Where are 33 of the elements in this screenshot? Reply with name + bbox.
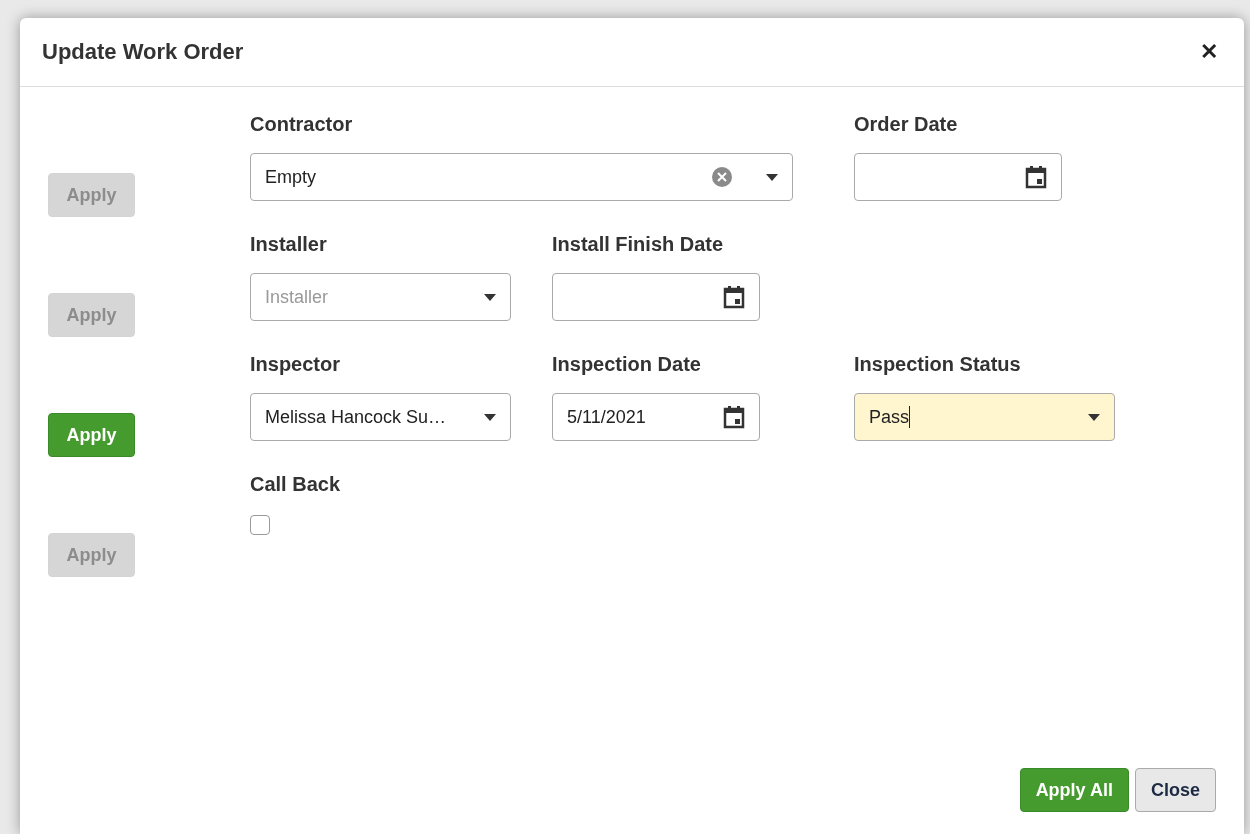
date-field[interactable]: 5/11/2021 — [552, 393, 760, 441]
field-label: Inspection Status — [854, 353, 1022, 375]
field-label: Inspection Date — [552, 353, 702, 375]
caret-icon — [484, 413, 496, 421]
caret-icon — [766, 173, 778, 181]
date-field[interactable] — [854, 153, 1062, 201]
field-label: Install Finish Date — [552, 233, 725, 255]
field-label: Installer — [250, 233, 328, 255]
apply-all-button[interactable]: Apply All — [1019, 768, 1129, 812]
close-button[interactable]: ✕ — [1200, 39, 1218, 65]
apply-button[interactable]: Apply — [48, 413, 135, 457]
select-field[interactable]: Melissa Hancock Su… — [250, 393, 511, 441]
field-value: 5/11/2021 — [567, 406, 647, 428]
dialog-title: Update Work Order — [42, 39, 244, 65]
close-button[interactable]: Close — [1134, 768, 1216, 812]
caret-icon — [1088, 413, 1100, 421]
caret-icon — [484, 293, 496, 301]
select-field[interactable]: Pass — [854, 393, 1115, 441]
calendar-icon — [723, 405, 745, 429]
calendar-icon — [723, 285, 745, 309]
clear-icon[interactable] — [712, 167, 732, 187]
checkbox[interactable] — [250, 515, 270, 535]
field-value: Melissa Hancock Su… — [265, 406, 448, 428]
field-label: Call Back — [250, 473, 342, 495]
contractor-select[interactable]: Empty — [250, 153, 793, 201]
field-value: Pass — [869, 406, 912, 428]
field-value: Empty — [265, 166, 317, 188]
calendar-icon — [1025, 165, 1047, 189]
field-label: Inspector — [250, 353, 342, 375]
field-label: Contractor — [250, 113, 354, 135]
date-field[interactable] — [552, 273, 760, 321]
field-label: Order Date — [854, 113, 959, 135]
field-placeholder: Installer — [265, 286, 330, 308]
